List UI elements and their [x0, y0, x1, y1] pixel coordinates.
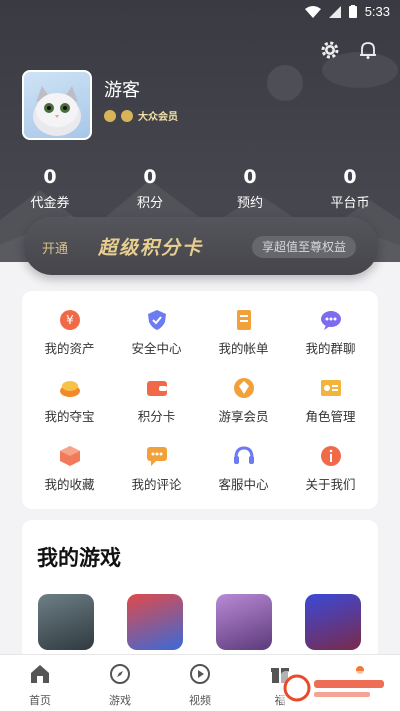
id-card-icon: [320, 380, 341, 396]
stats-row: 0 代金券 0 积分 0 预约 0 平台币: [0, 166, 400, 211]
vip-diamond-icon: [233, 378, 254, 398]
menu-item-box[interactable]: 我的收藏: [26, 445, 113, 493]
game-thumbnail[interactable]: [127, 594, 183, 650]
wifi-icon: [304, 5, 321, 18]
sim-icon: [328, 5, 341, 18]
play-icon: [190, 664, 210, 684]
menu-item-bill[interactable]: 我的帐单: [200, 309, 287, 357]
my-games-card: 我的游戏: [22, 520, 378, 660]
menu-item-label: 关于我们: [305, 477, 356, 492]
yen-icon: ¥: [59, 310, 80, 330]
stat-reservations[interactable]: 0 预约: [200, 166, 300, 211]
menu-item-label: 客服中心: [218, 477, 269, 492]
tab-games[interactable]: 游戏: [80, 655, 160, 711]
menu-item-shield[interactable]: 安全中心: [113, 309, 200, 357]
avatar[interactable]: [22, 70, 92, 140]
menu-item-label: 我的夺宝: [44, 409, 95, 424]
menu-item-info[interactable]: 关于我们: [287, 445, 374, 493]
banner-open-label: 开通: [42, 242, 69, 257]
compass-icon: [110, 664, 130, 684]
watermark-logo: [280, 671, 392, 705]
menu-item-treasure[interactable]: 我的夺宝: [26, 377, 113, 425]
banner-title: 超级积分卡: [98, 237, 204, 259]
stat-platform-coins[interactable]: 0 平台币: [300, 166, 400, 211]
tab-video[interactable]: 视频: [160, 655, 240, 711]
bell-icon[interactable]: [358, 40, 378, 60]
my-games-title: 我的游戏: [37, 546, 121, 570]
status-time: 5:33: [364, 4, 390, 19]
menu-item-headset[interactable]: 客服中心: [200, 445, 287, 493]
info-icon: [320, 446, 341, 466]
crown-icon: [104, 109, 116, 122]
member-badge[interactable]: 大众会员: [104, 108, 178, 123]
menu-item-wallet[interactable]: 积分卡: [113, 377, 200, 425]
svg-text:¥: ¥: [66, 313, 74, 327]
menu-item-yen[interactable]: ¥ 我的资产: [26, 309, 113, 357]
menu-item-label: 我的资产: [44, 341, 95, 356]
menu-item-label: 我的帐单: [218, 341, 269, 356]
tab-home[interactable]: 首页: [0, 655, 80, 711]
stat-coupons[interactable]: 0 代金券: [0, 166, 100, 211]
headset-icon: [233, 446, 254, 464]
banner-benefits-pill[interactable]: 享超值至尊权益: [251, 236, 356, 258]
menu-item-label: 游享会员: [218, 409, 269, 424]
super-points-card-banner[interactable]: 开通 超级积分卡 享超值至尊权益: [24, 217, 378, 275]
menu-item-label: 我的评论: [131, 477, 182, 492]
battery-icon: [348, 5, 357, 18]
username: 游客: [104, 80, 140, 101]
menu-item-label: 我的收藏: [44, 477, 95, 492]
cat-avatar-icon: [33, 86, 81, 136]
game-thumbnail[interactable]: [216, 594, 272, 650]
stat-points[interactable]: 0 积分: [100, 166, 200, 211]
gear-icon[interactable]: [320, 40, 340, 60]
bill-icon: [236, 310, 251, 330]
menu-item-id-card[interactable]: 角色管理: [287, 377, 374, 425]
menu-item-vip-diamond[interactable]: 游享会员: [200, 377, 287, 425]
status-bar: 5:33: [0, 0, 400, 24]
menu-item-label: 积分卡: [137, 409, 176, 424]
comment-icon: [146, 447, 167, 466]
function-menu-card: ¥ 我的资产 安全中心 我的帐单 我的群聊我的夺宝 积分卡 游享会员 角色管理我的收藏 我的评论…: [22, 291, 378, 509]
treasure-icon: [59, 381, 80, 397]
shield-icon: [147, 310, 166, 330]
menu-item-chat-group[interactable]: 我的群聊: [287, 309, 374, 357]
member-label: 大众会员: [138, 112, 178, 123]
chat-group-icon: [320, 311, 341, 330]
box-icon: [59, 446, 80, 466]
game-thumbnail[interactable]: [38, 594, 94, 650]
menu-item-comment[interactable]: 我的评论: [113, 445, 200, 493]
game-thumbnail[interactable]: [305, 594, 361, 650]
member-level-icon: [121, 109, 133, 122]
wallet-icon: [146, 381, 167, 396]
home-icon: [31, 665, 49, 683]
menu-item-label: 角色管理: [305, 409, 356, 424]
menu-item-label: 安全中心: [131, 341, 182, 356]
menu-item-label: 我的群聊: [305, 341, 356, 356]
